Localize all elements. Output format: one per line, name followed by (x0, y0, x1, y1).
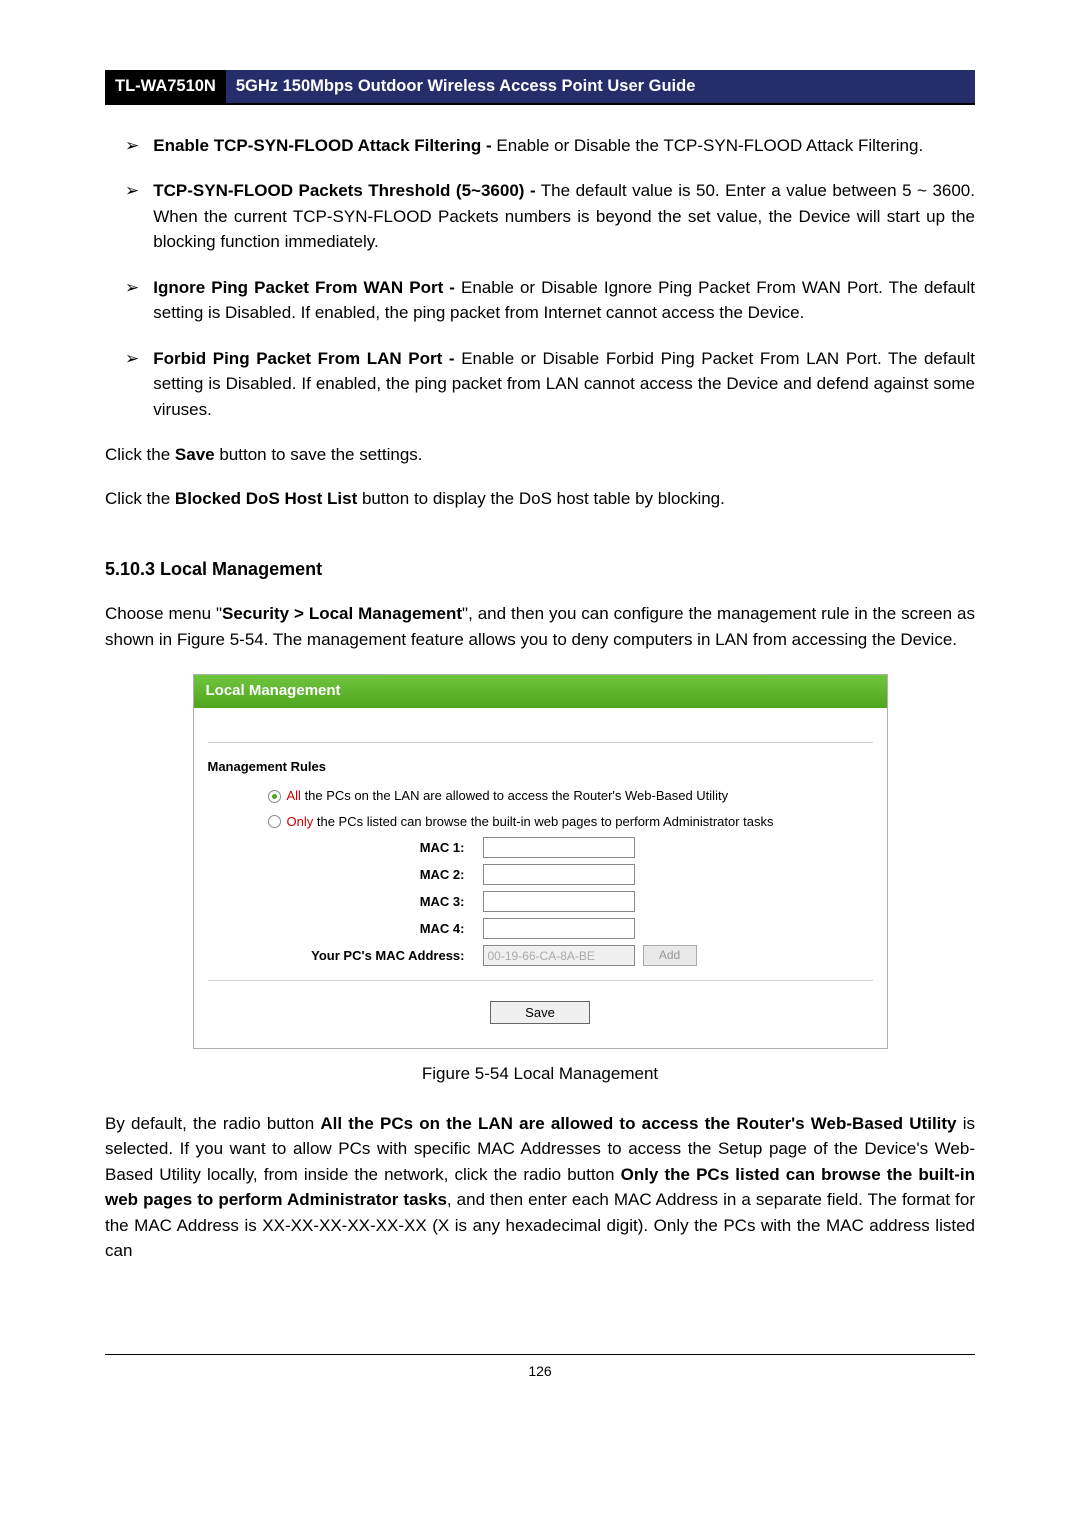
default-explanation-paragraph: By default, the radio button All the PCs… (105, 1111, 975, 1264)
management-rules-heading: Management Rules (208, 757, 873, 777)
page-footer: 126 (105, 1354, 975, 1382)
figure-caption: Figure 5-54 Local Management (105, 1061, 975, 1087)
save-button[interactable]: Save (490, 1001, 590, 1024)
mac2-input[interactable] (483, 864, 635, 885)
mac2-row: MAC 2: (208, 864, 873, 885)
radio-all-pcs[interactable]: All the PCs on the LAN are allowed to ac… (268, 786, 873, 806)
mac1-input[interactable] (483, 837, 635, 858)
page-number: 126 (528, 1363, 551, 1379)
mac4-row: MAC 4: (208, 918, 873, 939)
doc-model: TL-WA7510N (105, 70, 226, 103)
radio-selected-icon (268, 790, 281, 803)
bullet-text: Ignore Ping Packet From WAN Port - Enabl… (153, 275, 975, 326)
mac3-label: MAC 3: (208, 892, 483, 912)
mac4-input[interactable] (483, 918, 635, 939)
feature-list: ➢ Enable TCP-SYN-FLOOD Attack Filtering … (125, 133, 975, 423)
add-button[interactable]: Add (643, 945, 697, 966)
list-item: ➢ Enable TCP-SYN-FLOOD Attack Filtering … (125, 133, 975, 159)
radio-label: Only the PCs listed can browse the built… (287, 812, 774, 832)
bullet-icon: ➢ (125, 275, 139, 326)
list-item: ➢ Ignore Ping Packet From WAN Port - Ena… (125, 275, 975, 326)
figure-body: Management Rules All the PCs on the LAN … (194, 708, 887, 1049)
bullet-icon: ➢ (125, 178, 139, 255)
bullet-text: TCP-SYN-FLOOD Packets Threshold (5~3600)… (153, 178, 975, 255)
your-pc-mac-label: Your PC's MAC Address: (208, 946, 483, 966)
save-row: Save (208, 995, 873, 1036)
mac4-label: MAC 4: (208, 919, 483, 939)
radio-only-listed[interactable]: Only the PCs listed can browse the built… (268, 812, 873, 832)
doc-header: TL-WA7510N 5GHz 150Mbps Outdoor Wireless… (105, 70, 975, 105)
list-item: ➢ TCP-SYN-FLOOD Packets Threshold (5~360… (125, 178, 975, 255)
doc-title: 5GHz 150Mbps Outdoor Wireless Access Poi… (226, 70, 975, 103)
radio-label: All the PCs on the LAN are allowed to ac… (287, 786, 729, 806)
mac1-row: MAC 1: (208, 837, 873, 858)
figure-title: Local Management (194, 675, 887, 708)
save-paragraph: Click the Save button to save the settin… (105, 442, 975, 468)
divider (208, 742, 873, 743)
your-pc-mac-row: Your PC's MAC Address: Add (208, 945, 873, 966)
bullet-text: Enable TCP-SYN-FLOOD Attack Filtering - … (153, 133, 975, 159)
section-heading: 5.10.3 Local Management (105, 556, 975, 583)
list-item: ➢ Forbid Ping Packet From LAN Port - Ena… (125, 346, 975, 423)
mac2-label: MAC 2: (208, 865, 483, 885)
choose-menu-paragraph: Choose menu "Security > Local Management… (105, 601, 975, 652)
mac3-row: MAC 3: (208, 891, 873, 912)
bullet-icon: ➢ (125, 133, 139, 159)
bullet-text: Forbid Ping Packet From LAN Port - Enabl… (153, 346, 975, 423)
divider (208, 980, 873, 981)
radio-unselected-icon (268, 815, 281, 828)
bullet-icon: ➢ (125, 346, 139, 423)
mac1-label: MAC 1: (208, 838, 483, 858)
your-pc-mac-input (483, 945, 635, 966)
mac3-input[interactable] (483, 891, 635, 912)
blocked-paragraph: Click the Blocked DoS Host List button t… (105, 486, 975, 512)
local-management-figure: Local Management Management Rules All th… (193, 674, 888, 1049)
